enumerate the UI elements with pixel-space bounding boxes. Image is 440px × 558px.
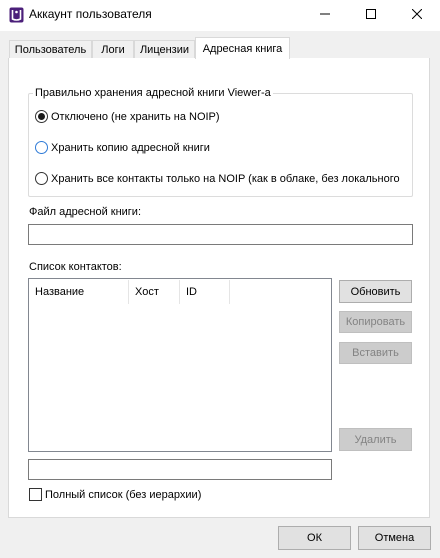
address-book-file-label: Файл адресной книги: <box>29 206 142 218</box>
full-list-checkbox[interactable] <box>29 488 42 501</box>
minimize-icon <box>320 9 330 22</box>
refresh-button[interactable]: Обновить <box>339 280 412 303</box>
close-icon <box>411 8 423 22</box>
paste-button[interactable]: Вставить <box>339 342 412 364</box>
full-list-checkbox-row[interactable]: Полный список (без иерархии) <box>29 488 201 501</box>
tab-user[interactable]: Пользователь <box>9 40 92 59</box>
column-header-name[interactable]: Название <box>29 280 129 304</box>
ok-button[interactable]: ОК <box>278 526 351 550</box>
radio-keep-copy-option[interactable]: Хранить копию адресной книги <box>35 141 210 154</box>
maximize-button[interactable] <box>348 0 394 31</box>
tab-logs[interactable]: Логи <box>92 40 134 59</box>
minimize-button[interactable] <box>302 0 348 31</box>
radio-store-on-noip-option[interactable]: Хранить все контакты только на NOIP (как… <box>35 172 400 185</box>
tab-address-book[interactable]: Адресная книга <box>195 37 290 59</box>
radio-label: Хранить копию адресной книги <box>51 141 210 154</box>
copy-button[interactable]: Копировать <box>339 311 412 333</box>
contacts-list-header: Название Хост ID <box>29 280 230 304</box>
radio-button[interactable] <box>35 141 48 154</box>
radio-label: Отключено (не хранить на NOIP) <box>51 110 220 123</box>
radio-disabled-option[interactable]: Отключено (не хранить на NOIP) <box>35 110 220 123</box>
contacts-list-label: Список контактов: <box>29 261 122 273</box>
app-icon <box>9 7 24 23</box>
column-header-host[interactable]: Хост <box>129 280 180 304</box>
radio-label: Хранить все контакты только на NOIP (как… <box>51 172 400 185</box>
column-header-id[interactable]: ID <box>180 280 230 304</box>
contacts-filter-input[interactable] <box>28 459 332 480</box>
address-book-file-input[interactable] <box>28 224 413 245</box>
radio-button[interactable] <box>35 172 48 185</box>
full-list-label: Полный список (без иерархии) <box>45 488 202 501</box>
maximize-icon <box>366 9 376 22</box>
window-title: Аккаунт пользователя <box>29 7 152 21</box>
close-button[interactable] <box>394 0 440 31</box>
cancel-button[interactable]: Отмена <box>358 526 431 550</box>
radio-button[interactable] <box>35 110 48 123</box>
storage-group-title: Правильно хранения адресной книги Viewer… <box>33 87 273 99</box>
contacts-listview[interactable] <box>28 278 332 452</box>
tab-licenses[interactable]: Лицензии <box>134 40 195 59</box>
delete-button[interactable]: Удалить <box>339 428 412 451</box>
